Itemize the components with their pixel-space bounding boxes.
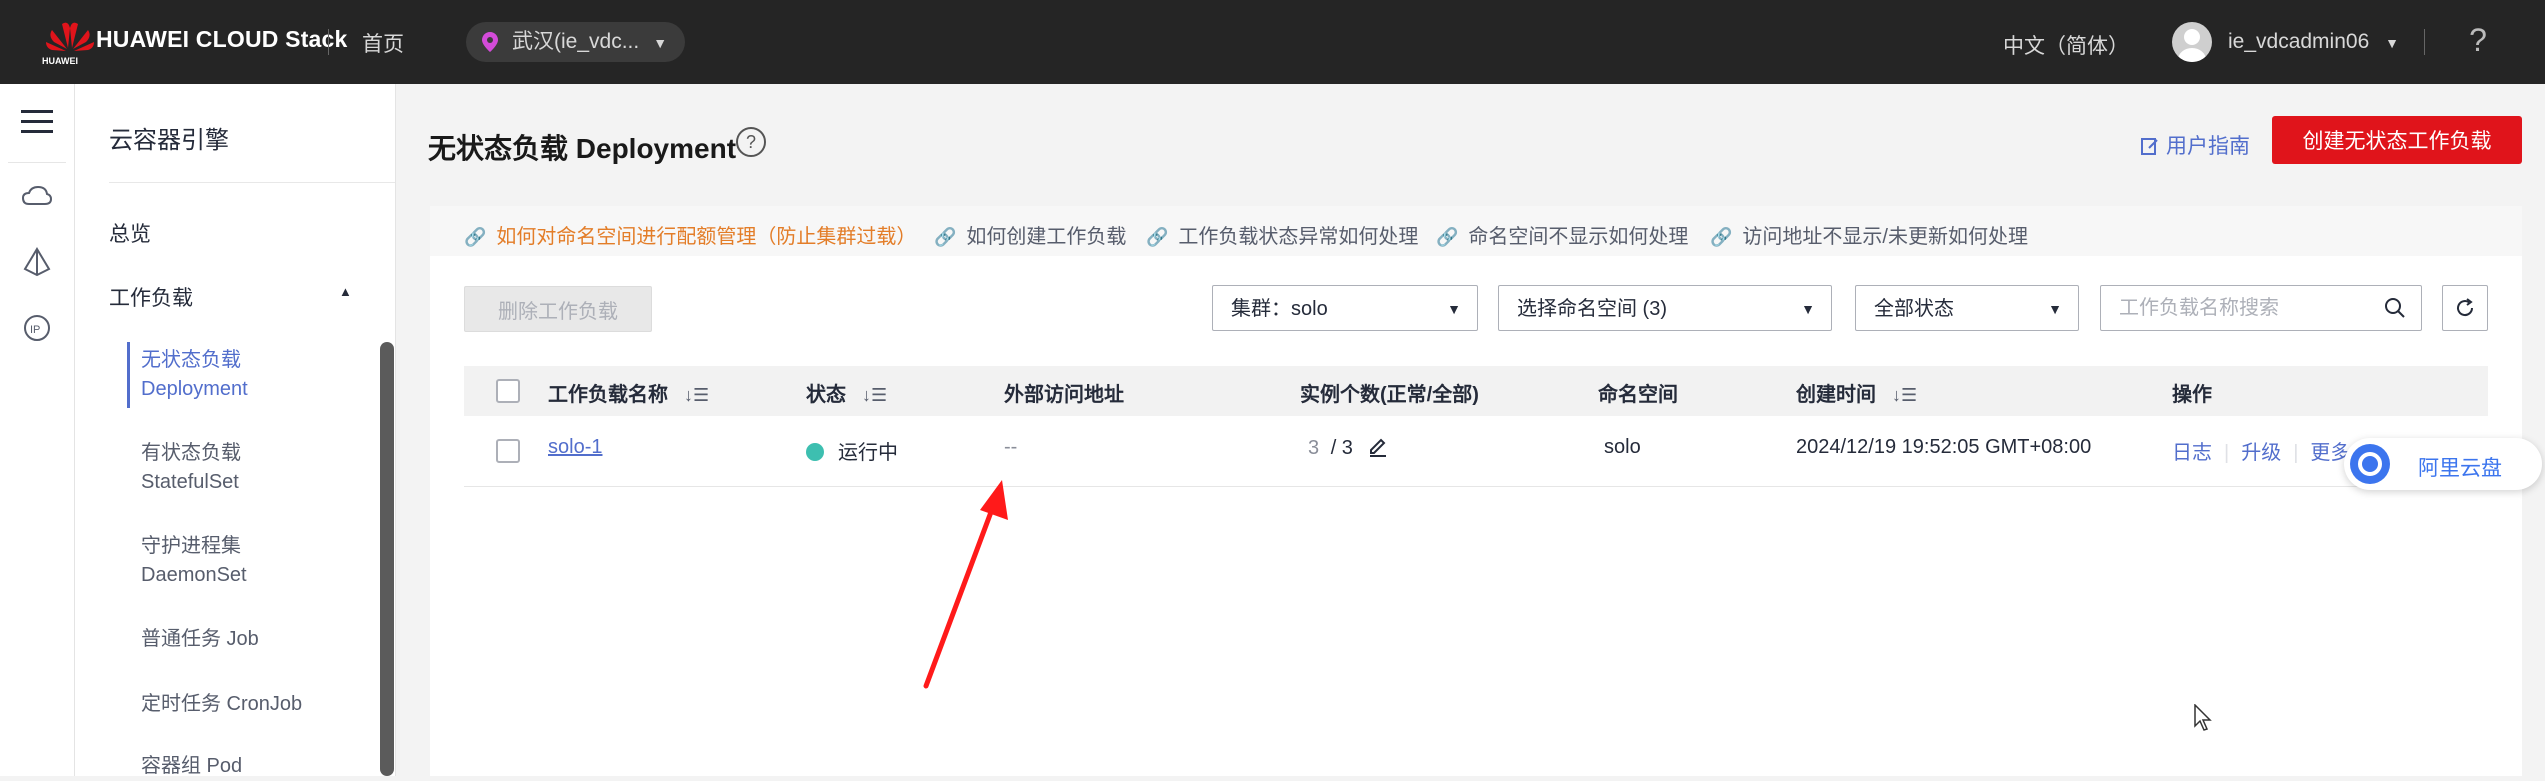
mouse-cursor-icon <box>2194 704 2212 731</box>
annotation-arrow-icon <box>923 480 1008 689</box>
